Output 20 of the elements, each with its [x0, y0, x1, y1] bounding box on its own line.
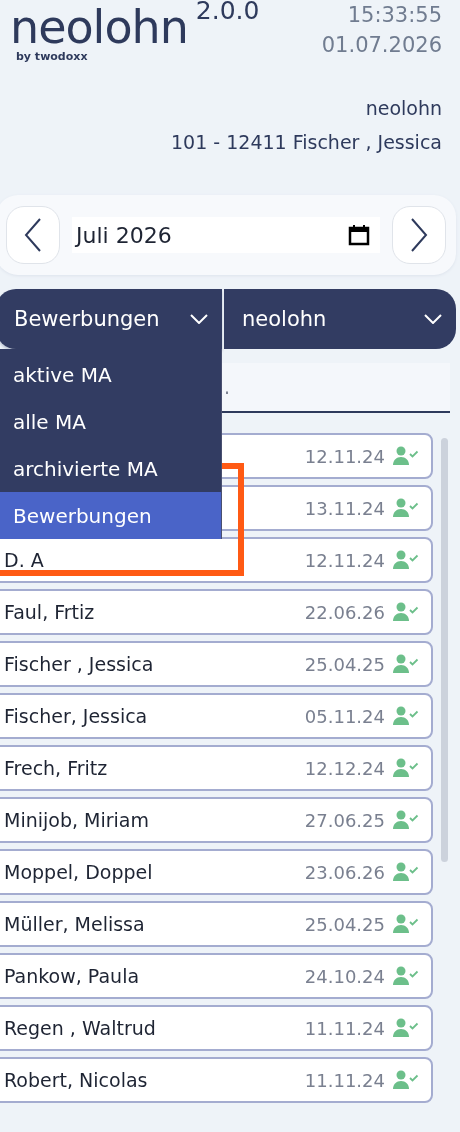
employee-name: 101 - 12411 Fischer , Jessica [171, 130, 442, 155]
row-date: 25.04.25 [304, 913, 385, 935]
clock-time: 15:33:55 [347, 2, 442, 29]
row-date: 13.11.24 [304, 497, 385, 519]
row-date: 11.11.24 [304, 1069, 385, 1091]
company-name: neolohn [365, 96, 442, 121]
row-date: 22.06.26 [304, 601, 385, 623]
row-date: 23.06.26 [304, 861, 385, 883]
row-date: 05.11.24 [304, 705, 385, 727]
row-date: 12.12.24 [304, 757, 385, 779]
row-date: 12.11.24 [304, 549, 385, 571]
current-date: 01.07.2026 [321, 32, 442, 59]
row-date: 12.11.24 [304, 445, 385, 467]
row-date: 24.10.24 [304, 965, 385, 987]
row-date: 27.06.25 [304, 809, 385, 831]
row-date: 25.04.25 [304, 653, 385, 675]
logo-byline: by twodoxx [16, 50, 89, 63]
app-logo: neolohn [10, 4, 188, 50]
row-date: 11.11.24 [304, 1017, 385, 1039]
version-number: 2.0.0 [195, 0, 260, 23]
